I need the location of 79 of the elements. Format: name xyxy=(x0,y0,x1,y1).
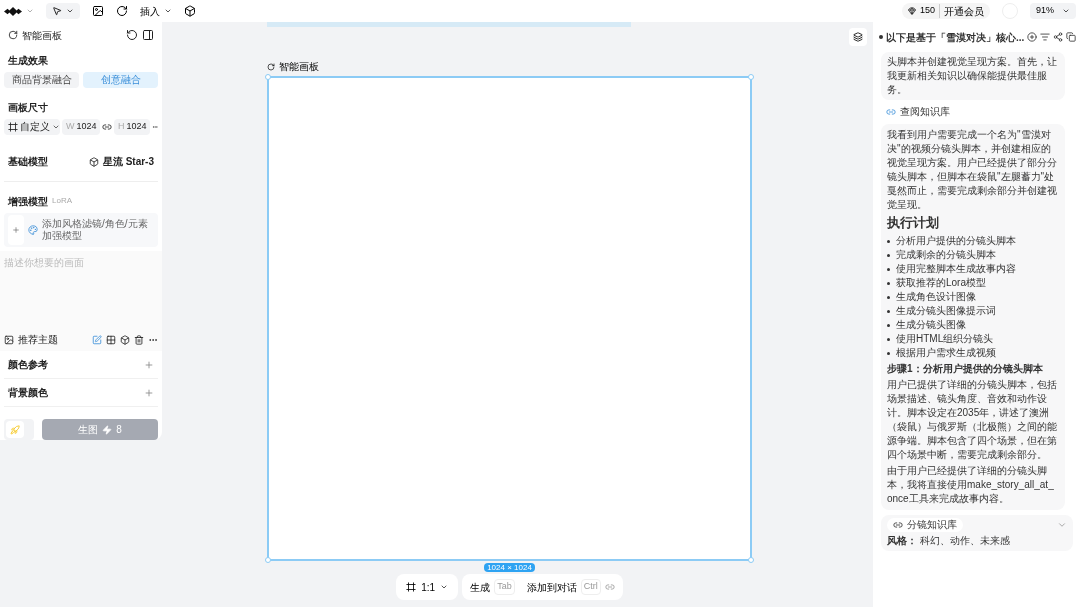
style-text: 风格： 科幻、动作、未来感 xyxy=(887,534,1011,548)
action-button[interactable]: 生成 Tab xyxy=(470,579,515,595)
width-field[interactable]: W 1024 xyxy=(62,118,100,135)
section-label: 基础模型 xyxy=(8,155,48,170)
effect-option[interactable]: 商品背景融合 xyxy=(4,71,79,88)
ratio-dropdown[interactable]: 1:1 xyxy=(396,574,459,600)
box-icon[interactable] xyxy=(120,334,130,345)
reset-icon[interactable] xyxy=(126,29,138,42)
rocket-icon xyxy=(10,424,20,435)
insert-menu[interactable]: 插入 xyxy=(140,3,172,19)
link-icon xyxy=(893,520,903,530)
step-heading: 步骤1：分析用户提供的分镜头脚本 xyxy=(887,362,1044,376)
message-card: 头脚本并创建视觉呈现方案。首先，让我更新相关知识以确保能提供最佳服务。 xyxy=(881,52,1065,100)
logo-icon[interactable] xyxy=(4,6,22,16)
plus-icon xyxy=(12,225,20,234)
plan-item: 生成角色设计图像 xyxy=(887,290,1059,304)
caret-icon xyxy=(1062,7,1070,15)
board-label: 智能画板 xyxy=(279,60,319,74)
size-badge: 1024 × 1024 xyxy=(484,563,535,572)
resize-handle-icon[interactable] xyxy=(265,74,271,80)
share-icon[interactable] xyxy=(1053,32,1064,42)
plan-item: 完成剩余的分镜头脚本 xyxy=(887,248,1059,262)
panel-title: 智能画板 xyxy=(22,28,62,43)
membership-link[interactable]: 开通会员 xyxy=(944,3,984,19)
zoom-dropdown[interactable]: 91% xyxy=(1030,3,1076,19)
palette-icon xyxy=(28,224,38,235)
section-label: 颜色参考 xyxy=(8,358,48,372)
image-add-icon[interactable] xyxy=(92,5,104,17)
copy-icon[interactable] xyxy=(1066,32,1077,42)
theme-label[interactable]: 推荐主题 xyxy=(18,332,58,347)
plan-item: 分析用户提供的分镜头脚本 xyxy=(887,234,1059,248)
section-label: 生成效果 xyxy=(7,53,49,68)
plan-item: 生成分镜头图像 xyxy=(887,318,1059,332)
knowledge-link[interactable]: 查阅知识库 xyxy=(881,105,1072,119)
caret-icon xyxy=(440,583,449,591)
link-icon xyxy=(886,107,896,117)
section-label: 背景颜色 xyxy=(8,386,48,400)
add-icon[interactable] xyxy=(1027,32,1038,42)
grid-icon[interactable] xyxy=(106,334,116,345)
select-tool-button[interactable] xyxy=(46,3,80,19)
message-text: 由于用户已经提供了详细的分镜头脚本，我将直接使用make_story_all_at_once工具来完成故事内容。 xyxy=(887,464,1055,506)
link-icon[interactable] xyxy=(102,121,112,132)
resize-handle-icon[interactable] xyxy=(748,74,754,80)
action-button[interactable]: 添加到对话 Ctrl xyxy=(526,579,601,595)
credits-count: 150 xyxy=(919,4,940,18)
model-name[interactable]: 星流 Star-3 xyxy=(102,154,154,170)
plan-item: 获取推荐的Lora模型 xyxy=(887,276,1059,290)
lora-tag: LoRA xyxy=(52,195,72,208)
panel-toggle-icon[interactable] xyxy=(142,29,154,42)
layers-icon xyxy=(853,32,863,42)
caret-icon xyxy=(66,7,74,15)
refresh-icon xyxy=(8,30,18,41)
plan-item: 生成分镜头图像提示词 xyxy=(887,304,1059,318)
knowledge-tag[interactable]: 分镜知识库 xyxy=(887,518,963,532)
size-preset-dropdown[interactable]: 自定义 xyxy=(4,118,60,135)
plan-item: 使用完整脚本生成故事内容 xyxy=(887,262,1059,276)
delete-icon[interactable] xyxy=(134,334,144,345)
resize-handle-icon[interactable] xyxy=(265,557,271,563)
pointer-icon xyxy=(52,6,62,16)
caret-icon xyxy=(164,7,172,15)
model-icon xyxy=(88,156,99,167)
height-field[interactable]: H 1024 xyxy=(114,118,150,135)
message-text: 用户已提供了详细的分镜头脚本，包括场景描述、镜头角度、音效和动作设计。脚本设定在2035年，讲述了澳洲（袋鼠）与俄罗斯（北极熊）之间的能源争端。脚本包含了四个场景，但在第四个场景中断，需要完成剩余部分。 xyxy=(887,378,1058,462)
lightning-icon xyxy=(102,424,113,435)
board-icon xyxy=(267,62,275,71)
layers-button[interactable] xyxy=(849,28,867,46)
gem-icon xyxy=(907,7,916,15)
plan-item: 根据用户需求生成视频 xyxy=(887,346,1059,360)
resize-handle-icon[interactable] xyxy=(748,557,754,563)
cube-icon[interactable] xyxy=(184,5,196,17)
add-lora-button[interactable]: 添加风格滤镜/角色/元素加强模型 xyxy=(4,212,158,247)
plan-heading: 执行计划 xyxy=(887,214,940,232)
chat-title: 以下是基于「雪漠对决」核心... xyxy=(886,30,1025,45)
plan-item: 使用HTML组织分镜头 xyxy=(887,332,1059,346)
refresh-icon[interactable] xyxy=(116,5,128,17)
section-label: 画板尺寸 xyxy=(7,100,49,115)
section-label: 增强模型 xyxy=(8,194,48,209)
theme-icon xyxy=(4,334,14,345)
message-text: 我看到用户需要完成一个名为"雪漠对决"的视频分镜头脚本，并创建相应的视觉呈现方案。用户已经提供了部分分镜头脚本，但脚本在袋鼠"左腿蓄力"处戛然而止，需要完成剩余部分并创建视觉呈现。 xyxy=(887,128,1058,212)
